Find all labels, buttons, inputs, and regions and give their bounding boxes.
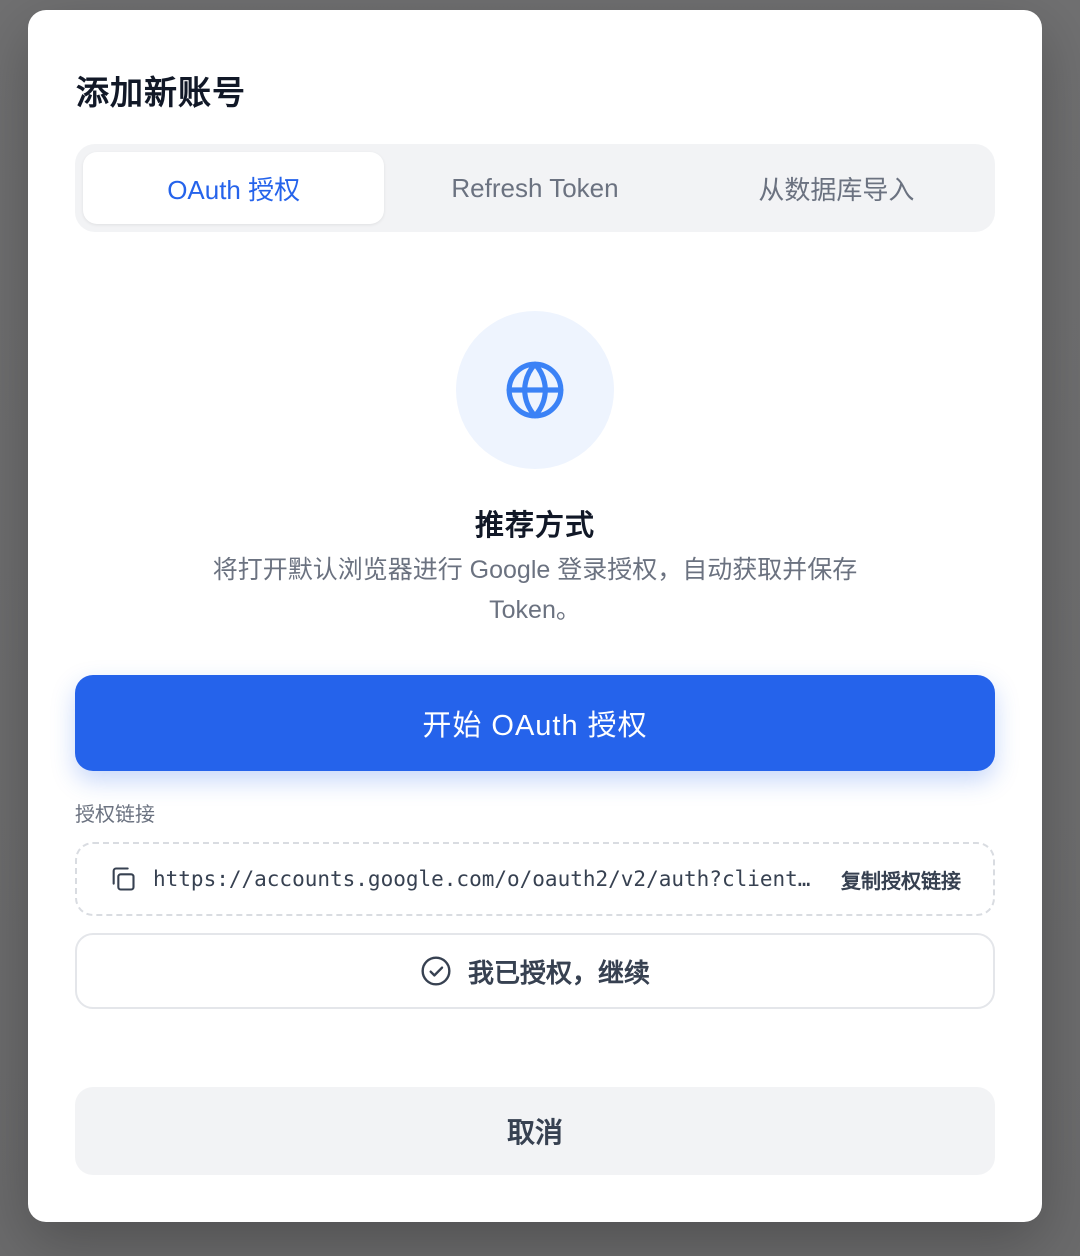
tab-import-database[interactable]: 从数据库导入 <box>686 152 987 224</box>
add-account-dialog: 添加新账号 OAuth 授权 Refresh Token 从数据库导入 推荐方式… <box>28 10 1042 1222</box>
oauth-description: 将打开默认浏览器进行 Google 登录授权，自动获取并保存 Token。 <box>212 556 858 624</box>
globe-icon <box>506 361 564 419</box>
dialog-title: 添加新账号 <box>76 74 246 111</box>
continue-button[interactable]: 我已授权，继续 <box>75 933 995 1009</box>
auth-link-label: 授权链接 <box>75 804 155 826</box>
copy-link-button[interactable]: 复制授权链接 <box>841 865 961 894</box>
start-oauth-button[interactable]: 开始 OAuth 授权 <box>75 675 995 771</box>
auth-link-url: https://accounts.google.com/o/oauth2/v2/… <box>153 867 819 891</box>
continue-button-label: 我已授权，继续 <box>467 957 650 988</box>
check-circle-icon <box>421 956 451 986</box>
cancel-button[interactable]: 取消 <box>75 1087 995 1175</box>
recommended-title: 推荐方式 <box>474 510 595 542</box>
method-tabs: OAuth 授权 Refresh Token 从数据库导入 <box>75 144 995 232</box>
tab-refresh-token[interactable]: Refresh Token <box>384 152 685 224</box>
auth-link-box: https://accounts.google.com/o/oauth2/v2/… <box>75 842 995 916</box>
tab-oauth[interactable]: OAuth 授权 <box>83 152 385 224</box>
oauth-icon-badge <box>456 311 614 469</box>
copy-icon[interactable] <box>109 865 137 893</box>
